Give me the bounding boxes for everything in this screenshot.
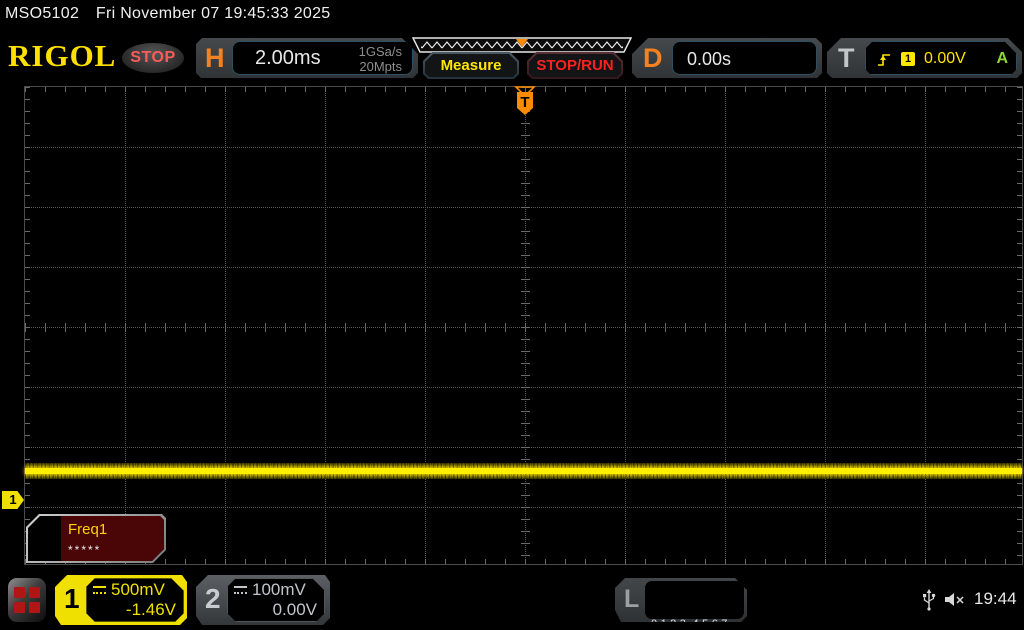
overview-svg [412, 37, 632, 53]
trigger-inner-box: 1 0.00V A [865, 41, 1017, 75]
memory-depth: 20Mpts [359, 59, 402, 74]
logic-label: L [624, 585, 639, 614]
delay-label: D [643, 43, 663, 74]
stop-run-button[interactable]: STOP/RUN [527, 52, 623, 79]
measure-button[interactable]: Measure [423, 52, 519, 79]
measurement-panel-freq1[interactable]: Freq1 ***** [26, 514, 166, 563]
system-tray: 19:44 [922, 584, 1022, 614]
channel1-offset-marker[interactable]: 1 [2, 491, 24, 509]
horizontal-panel[interactable]: H 2.00ms 1GSa/s 20Mpts [196, 38, 418, 78]
channel2-number: 2 [205, 583, 221, 615]
channel2-offset: 0.00V [234, 600, 317, 621]
timebase-value: 2.00ms [255, 47, 321, 70]
center-axis-ticks-vertical [521, 87, 530, 564]
logic-row-0-7: 0 1 2 3 4 5 6 7 [651, 616, 744, 630]
edge-trigger-icon [876, 51, 892, 68]
datetime-text: Fri November 07 19:45:33 2025 [96, 5, 331, 22]
measurement-value: ***** [68, 543, 101, 557]
measure-button-label: Measure [425, 54, 517, 77]
horizontal-inner-box: 2.00ms 1GSa/s 20Mpts [232, 41, 413, 75]
trigger-label: T [838, 43, 855, 74]
logic-channels-box[interactable]: L 0 1 2 3 4 5 6 7 8 9 10 11 12 13 14 15 [615, 578, 747, 622]
clock-text: 19:44 [974, 589, 1017, 609]
model-name: MSO5102 [5, 5, 79, 22]
stop-run-button-label: STOP/RUN [529, 54, 621, 77]
trigger-mode-auto: A [996, 50, 1008, 68]
channel1-status-box[interactable]: 1 500mV -1.46V [55, 575, 187, 625]
measurement-panel-inner: Freq1 ***** [28, 516, 164, 561]
graticule: T [24, 86, 1023, 565]
menu-grid-button[interactable] [8, 578, 46, 622]
delay-value: 0.00s [687, 49, 731, 70]
oscilloscope-screen: MSO5102 Fri November 07 19:45:33 2025 RI… [0, 0, 1024, 630]
usb-icon [922, 588, 936, 611]
trigger-source-badge: 1 [901, 52, 915, 66]
channel1-waveform-trace [25, 468, 1022, 474]
horizontal-label: H [205, 43, 225, 74]
channel1-readout: 500mV -1.46V [86, 578, 184, 622]
trigger-position-marker[interactable]: T [512, 86, 538, 118]
channel2-readout: 100mV 0.00V [227, 578, 325, 622]
channel1-number: 1 [64, 583, 80, 615]
logic-channel-list: 0 1 2 3 4 5 6 7 8 9 10 11 12 13 14 15 [645, 581, 744, 619]
run-state-badge: STOP [122, 43, 184, 73]
sample-rate: 1GSa/s [359, 44, 402, 59]
trigger-level-value: 0.00V [924, 50, 966, 68]
delay-inner-box: 0.00s [672, 41, 817, 75]
dc-coupling-icon [93, 586, 106, 594]
channel1-offset: -1.46V [93, 600, 176, 621]
channel1-scale: 500mV [111, 580, 165, 600]
channel2-scale: 100mV [252, 580, 306, 600]
channel2-status-box[interactable]: 2 100mV 0.00V [196, 575, 330, 625]
trigger-marker-letter: T [520, 94, 529, 111]
acquisition-rates: 1GSa/s 20Mpts [359, 44, 402, 74]
header-bar: RIGOL STOP H 2.00ms 1GSa/s 20Mpts [0, 30, 1024, 82]
delay-panel[interactable]: D 0.00s [632, 38, 822, 78]
status-bar: MSO5102 Fri November 07 19:45:33 2025 [0, 0, 1024, 30]
trigger-panel[interactable]: T 1 0.00V A [827, 38, 1022, 78]
dc-coupling-icon [234, 586, 247, 594]
waveform-overview-bar[interactable] [412, 37, 632, 53]
menu-grid-icon [14, 587, 40, 613]
rigol-logo: RIGOL [8, 38, 116, 74]
measurement-name: Freq1 [68, 521, 107, 538]
speaker-muted-icon [944, 591, 966, 608]
